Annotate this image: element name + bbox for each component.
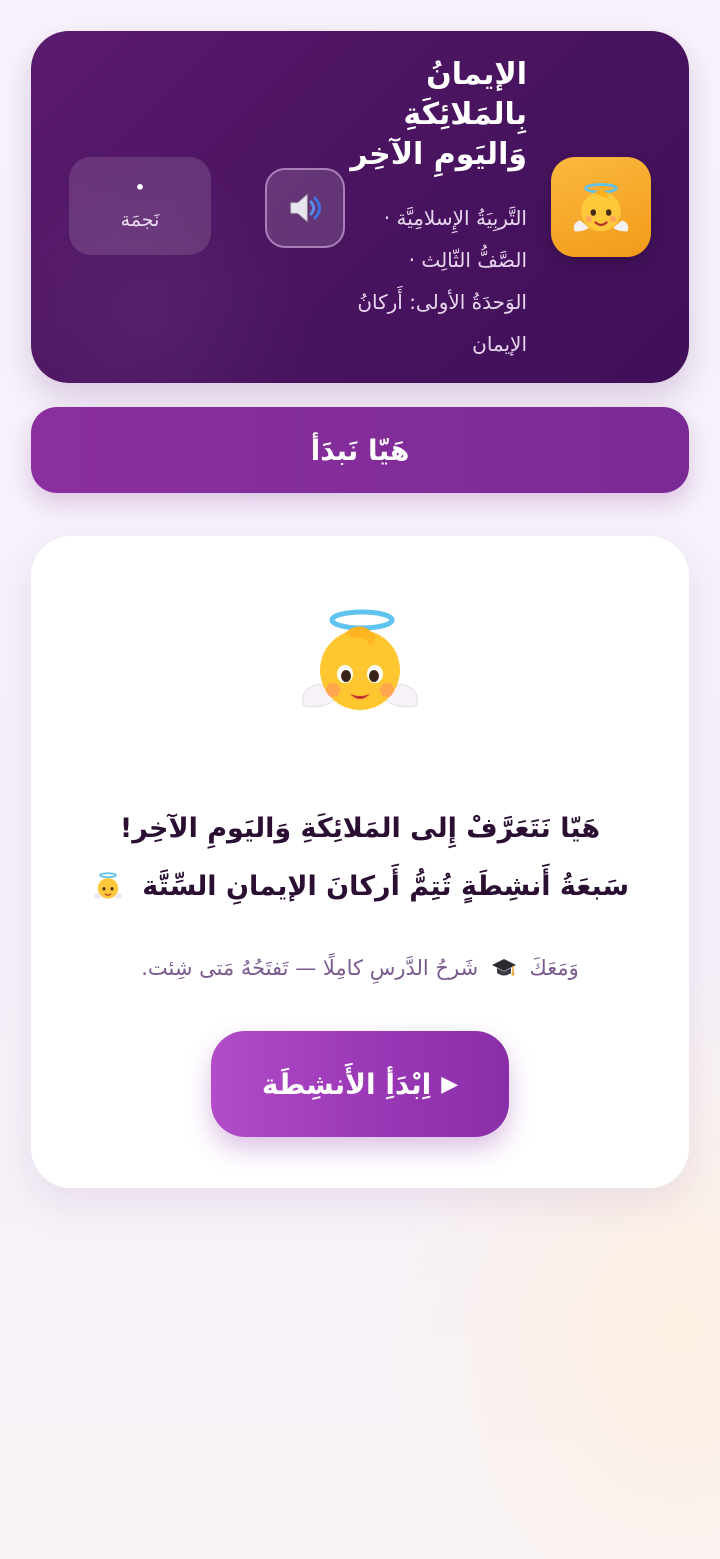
speaker-icon — [290, 193, 321, 223]
play-icon: ▶ — [441, 1071, 459, 1097]
intro-card: هَيّا نَتَعَرَّفْ إِلى المَلائِكَةِ وَال… — [31, 536, 689, 1188]
sub-part-1: وَمَعَكَ — [529, 956, 579, 980]
subtitle-line: الوَحدَةُ الأولى: أَركانُ — [357, 290, 527, 314]
subtitle-line: التَّربِيَةُ الإِسلامِيَّة · — [383, 206, 527, 230]
headline-line-2-text: سَبعَةُ أَنشِطَةٍ تُتِمُّ أَركانَ الإيما… — [142, 871, 630, 902]
stars-count: • — [134, 178, 146, 197]
intro-headline: هَيّا نَتَعَرَّفْ إِلى المَلائِكَةِ وَال… — [31, 800, 689, 916]
headline-line-1: هَيّا نَتَعَرَّفْ إِلى المَلائِكَةِ وَال… — [119, 813, 601, 844]
graduation-cap-icon — [491, 959, 516, 976]
stars-counter: • نَجمَة — [69, 157, 211, 255]
baby-angel-icon — [302, 609, 418, 710]
lesson-title: الإيمانُ بِالمَلائِكَةِ وَاليَومِ الآخِر — [327, 55, 527, 175]
lesson-header-card: الإيمانُ بِالمَلائِكَةِ وَاليَومِ الآخِر… — [31, 31, 689, 383]
lesson-subtitle: التَّربِيَةُ الإِسلامِيَّة · الصَّفُّ ال… — [327, 197, 527, 365]
subtitle-line: الإيمان — [472, 332, 527, 356]
headline-line-2: سَبعَةُ أَنشِطَةٍ تُتِمُّ أَركانَ الإيما… — [31, 858, 689, 916]
stars-label: نَجمَة — [120, 209, 160, 231]
lesson-title-line: الإيمانُ — [426, 57, 527, 92]
sound-button[interactable] — [265, 168, 345, 248]
lets-start-button[interactable]: هَيّا نَبدَأ — [31, 407, 689, 493]
lets-start-label: هَيّا نَبدَأ — [310, 433, 410, 467]
subtitle-line: الصَّفُّ الثّالِث · — [408, 248, 527, 272]
lesson-app-icon — [551, 157, 651, 257]
start-activities-label: اِبْدَأِ الأَنشِطَة — [261, 1067, 432, 1101]
intro-subtext: وَمَعَكَ شَرحُ الدَّرسِ كامِلًا — تَفتَح… — [31, 946, 689, 990]
lesson-title-line: وَاليَومِ الآخِر — [350, 137, 527, 172]
baby-angel-icon — [93, 872, 122, 899]
sub-part-2: شَرحُ الدَّرسِ كامِلًا — تَفتَحُهُ مَتى … — [141, 956, 479, 980]
lesson-title-line: بِالمَلائِكَةِ — [403, 97, 527, 132]
start-activities-button[interactable]: ▶ اِبْدَأِ الأَنشِطَة — [211, 1031, 509, 1137]
baby-angel-icon — [573, 183, 629, 232]
